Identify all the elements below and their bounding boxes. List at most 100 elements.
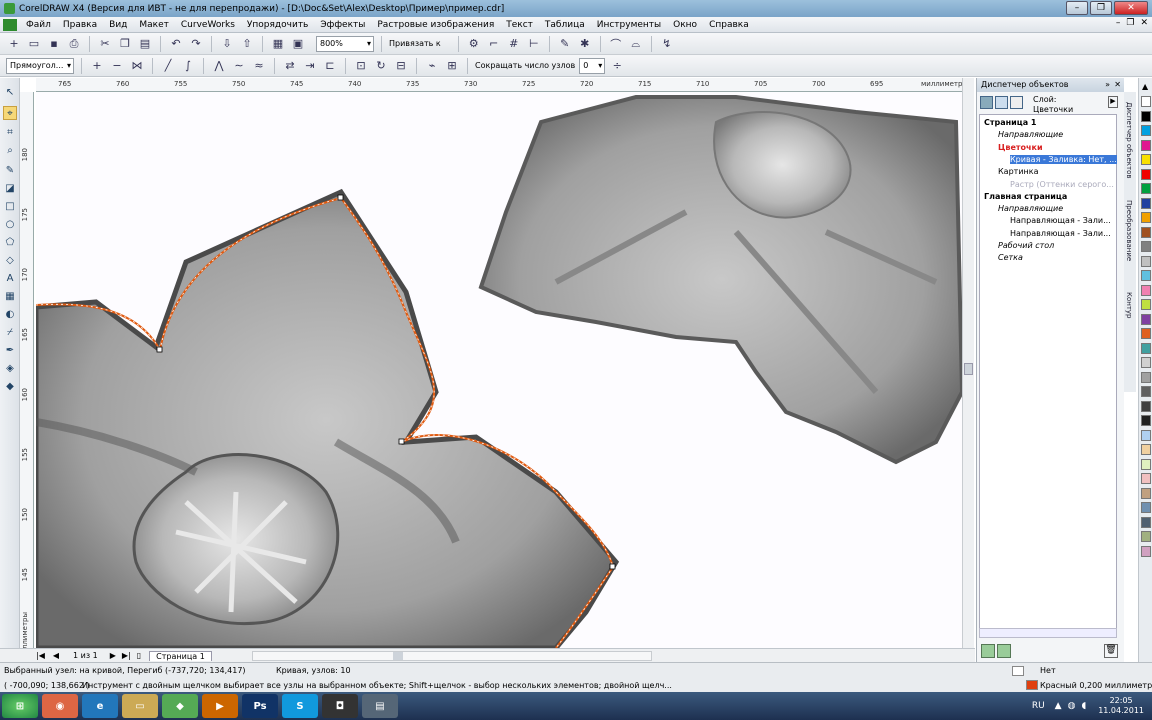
new-document-icon[interactable]: + <box>6 36 22 52</box>
prev-page-button[interactable]: ◀ <box>53 651 59 660</box>
fill-tool-icon[interactable]: ◈ <box>3 362 17 376</box>
palette-swatch[interactable] <box>1141 226 1151 238</box>
palette-swatch[interactable] <box>1141 400 1151 412</box>
stretch-nodes-icon[interactable]: ⊡ <box>353 58 369 74</box>
reverse-direction-icon[interactable]: ⇄ <box>282 58 298 74</box>
outline-tool-icon[interactable]: ✒ <box>3 344 17 358</box>
pen-icon[interactable]: ✎ <box>557 36 573 52</box>
grid-icon[interactable]: # <box>506 36 522 52</box>
docker-menu-icon[interactable]: ▶ <box>1108 96 1118 108</box>
to-line-icon[interactable]: ╱ <box>160 58 176 74</box>
palette-swatch[interactable] <box>1141 212 1151 223</box>
doc-restore-button[interactable]: ❐ <box>1126 18 1134 28</box>
add-node-icon[interactable]: + <box>89 58 105 74</box>
export-icon[interactable]: ⇧ <box>239 36 255 52</box>
menu-item-1[interactable]: Правка <box>57 17 103 33</box>
options-icon[interactable]: ⚙ <box>466 36 482 52</box>
reduce-nodes-input[interactable]: 0 <box>579 57 606 74</box>
join-nodes-icon[interactable]: ⋈ <box>129 58 145 74</box>
close-button[interactable]: ✕ <box>1114 1 1148 15</box>
pick-tool-icon[interactable]: ↖ <box>3 86 17 100</box>
zoom-level-dropdown[interactable]: 800% <box>316 35 374 52</box>
palette-swatch[interactable] <box>1141 545 1151 557</box>
vertical-scrollbar[interactable] <box>962 78 974 648</box>
cut-icon[interactable]: ✂ <box>97 36 113 52</box>
horizontal-ruler[interactable]: 765 760 755 750 745 740 735 730 725 720 715 710 705 7… <box>36 78 962 92</box>
show-properties-icon[interactable] <box>980 96 993 109</box>
smart-fill-icon[interactable]: ◪ <box>3 182 17 196</box>
symmetric-node-icon[interactable]: ≈ <box>251 58 267 74</box>
node-handle[interactable] <box>398 438 405 445</box>
tree-item[interactable]: Направляющие <box>998 203 1063 215</box>
photoshop-taskbar-icon[interactable]: Ps <box>242 694 278 718</box>
palette-swatch[interactable] <box>1141 183 1151 194</box>
trace-icon[interactable]: ↯ <box>659 36 675 52</box>
palette-swatch[interactable] <box>1141 328 1151 339</box>
palette-swatch[interactable] <box>1141 284 1151 296</box>
application-launcher-icon[interactable]: ▦ <box>270 36 286 52</box>
eyedropper-tool-icon[interactable]: ⌿ <box>3 326 17 340</box>
fill-indicator-icon[interactable] <box>1012 666 1024 676</box>
node-handle[interactable] <box>156 346 163 353</box>
open-icon[interactable]: ▭ <box>26 36 42 52</box>
side-tab-2[interactable]: Контур <box>1125 292 1133 319</box>
tree-item[interactable]: Направляющая - Зали... <box>1010 215 1111 227</box>
tree-item[interactable]: Направляющие <box>998 129 1063 141</box>
docker-collapse-icon[interactable]: » <box>1105 78 1110 92</box>
firefox-taskbar-icon[interactable]: ◉ <box>42 694 78 718</box>
menu-item-3[interactable]: Макет <box>133 17 175 33</box>
media-player-taskbar-icon[interactable]: ▶ <box>202 694 238 718</box>
tree-item[interactable]: Страница 1 <box>984 117 1036 129</box>
vertical-ruler[interactable]: 180 175 170 165 160 155 150 145 миллиметры <box>20 92 34 648</box>
palette-swatch[interactable] <box>1141 473 1151 484</box>
vertical-scroll-thumb[interactable] <box>964 363 973 375</box>
coreldraw-taskbar-icon[interactable]: ◆ <box>162 694 198 718</box>
palette-swatch[interactable] <box>1141 531 1151 542</box>
palette-swatch[interactable] <box>1141 96 1151 107</box>
zoom-tool-icon[interactable]: ⌕ <box>3 144 17 158</box>
minimize-button[interactable]: – <box>1066 1 1088 15</box>
palette-swatch[interactable] <box>1141 357 1151 368</box>
node-handle[interactable] <box>337 194 344 201</box>
table-tool-icon[interactable]: ▦ <box>3 290 17 304</box>
menu-item-4[interactable]: CurveWorks <box>175 17 241 33</box>
basic-shapes-icon[interactable]: ◇ <box>3 254 17 268</box>
page-tab[interactable]: Страница 1 <box>149 650 212 661</box>
interactive-fill-icon[interactable]: ◆ <box>3 380 17 394</box>
ellipse-tool-icon[interactable]: ○ <box>3 218 17 232</box>
palette-swatch[interactable] <box>1141 313 1151 325</box>
import-icon[interactable]: ⇩ <box>219 36 235 52</box>
menu-item-7[interactable]: Растровые изображения <box>371 17 500 33</box>
palette-swatch[interactable] <box>1141 502 1151 513</box>
redo-icon[interactable]: ↷ <box>188 36 204 52</box>
new-master-layer-icon[interactable] <box>997 644 1011 658</box>
next-page-button[interactable]: ▶ <box>110 651 116 660</box>
document-icon[interactable] <box>3 18 17 31</box>
outline-color-swatch[interactable] <box>1026 680 1038 690</box>
to-curve-icon[interactable]: ∫ <box>180 58 196 74</box>
side-tab-0[interactable]: Диспетчер объектов <box>1125 102 1133 179</box>
palette-swatch[interactable] <box>1141 241 1151 252</box>
docker-close-icon[interactable]: ✕ <box>1114 78 1121 92</box>
clock[interactable]: 22:05 11.04.2011 <box>1098 696 1144 716</box>
menu-item-0[interactable]: Файл <box>20 17 57 33</box>
paste-icon[interactable]: ▤ <box>137 36 153 52</box>
palette-swatch[interactable] <box>1141 458 1151 470</box>
edit-across-layers-icon[interactable] <box>995 96 1008 109</box>
cusp-node-icon[interactable]: ⋀ <box>211 58 227 74</box>
menu-item-6[interactable]: Эффекты <box>314 17 371 33</box>
menu-item-5[interactable]: Упорядочить <box>241 17 314 33</box>
tray-volume-icon[interactable]: ◖ <box>1081 701 1086 711</box>
tree-item[interactable]: Кривая - Заливка: Нет, ... <box>1010 154 1117 166</box>
camera-taskbar-icon[interactable]: ◘ <box>322 694 358 718</box>
freehand-tool-icon[interactable]: ✎ <box>3 164 17 178</box>
menu-item-9[interactable]: Таблица <box>539 17 591 33</box>
menu-item-12[interactable]: Справка <box>703 17 755 33</box>
palette-swatch[interactable] <box>1141 154 1151 165</box>
welcome-screen-icon[interactable]: ▣ <box>290 36 306 52</box>
shape-tool-icon[interactable]: ⌖ <box>3 106 17 120</box>
language-indicator[interactable]: RU <box>1032 701 1045 711</box>
explorer-taskbar-icon[interactable]: ▭ <box>122 694 158 718</box>
palette-swatch[interactable] <box>1141 386 1151 397</box>
drawing-canvas[interactable] <box>36 92 962 648</box>
